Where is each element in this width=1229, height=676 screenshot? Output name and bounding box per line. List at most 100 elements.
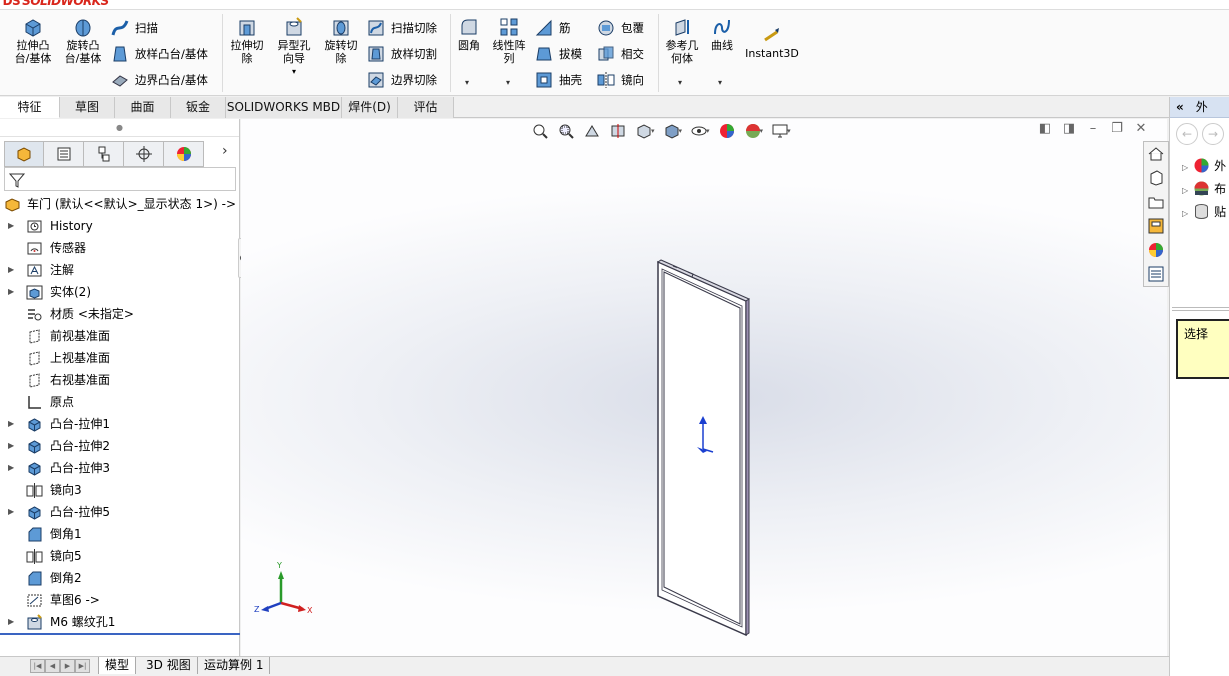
expand-arrow-icon[interactable]: ▶ [8, 457, 14, 479]
tree-node[interactable]: 材质 <未指定> [0, 303, 239, 325]
revolve-cut-button[interactable]: 旋转切 除 [320, 16, 362, 65]
tab-custom-properties[interactable] [1144, 262, 1168, 286]
zoom-to-fit-button[interactable] [527, 120, 553, 142]
sweep-button[interactable]: 扫描 [110, 16, 158, 40]
curves-button[interactable]: 曲线 [706, 16, 738, 52]
tree-node[interactable]: 右视基准面 [0, 369, 239, 391]
tab-weldments[interactable]: 焊件(D) [342, 97, 398, 118]
tab-solidworks-resources[interactable] [1144, 142, 1168, 166]
reference-geometry-dropdown[interactable]: ▾ [678, 78, 682, 87]
tree-node[interactable]: ▶ 凸台-拉伸5 [0, 501, 239, 523]
view-orientation-dropdown[interactable]: ▾ [651, 127, 655, 135]
tabs-scroll-right-arrow[interactable]: › [222, 143, 228, 159]
next-tab-icon[interactable]: ▶ [60, 659, 75, 673]
tab-view-palette[interactable] [1144, 214, 1168, 238]
fillet-dropdown[interactable]: ▾ [465, 78, 469, 87]
restore-icon[interactable]: ❐ [1105, 121, 1129, 136]
tree-node[interactable]: ▶ History [0, 215, 239, 237]
display-style-dropdown[interactable]: ▾ [679, 127, 683, 135]
tree-node[interactable]: 镜向5 [0, 545, 239, 567]
loft-boss-button[interactable]: 放样凸台/基体 [110, 42, 208, 66]
collapse-pane-icon[interactable]: « [1176, 100, 1184, 114]
tab-file-explorer[interactable] [1144, 190, 1168, 214]
expand-arrow-icon[interactable]: ▶ [8, 413, 14, 435]
tree-node[interactable]: ▶ 凸台-拉伸1 [0, 413, 239, 435]
curves-dropdown[interactable]: ▾ [718, 78, 722, 87]
tree-node[interactable]: ▶ 注解 [0, 259, 239, 281]
minimize-icon[interactable]: – [1081, 121, 1105, 136]
instant3d-button[interactable]: Instant3D [744, 24, 800, 60]
linear-pattern-button[interactable]: 线性阵 列 [488, 16, 530, 65]
expand-arrow-icon[interactable]: ▶ [8, 259, 14, 281]
intersect-button[interactable]: 相交 [596, 42, 644, 66]
tab-sketch[interactable]: 草图 [60, 97, 115, 118]
fillet-button[interactable]: 圆角 [454, 16, 484, 52]
wrap-button[interactable]: 包覆 [596, 16, 644, 40]
close-icon[interactable]: ✕ [1129, 121, 1153, 136]
tree-node[interactable]: 倒角2 [0, 567, 239, 589]
revolve-boss-button[interactable]: 旋转凸 台/基体 [60, 16, 106, 65]
extrude-cut-button[interactable]: 拉伸切 除 [226, 16, 268, 65]
tab-evaluate[interactable]: 评估 [398, 97, 454, 118]
taskpane-item-decals[interactable]: ▷ 贴 [1182, 201, 1226, 223]
tree-filter-box[interactable] [4, 167, 236, 191]
expand-arrow-icon[interactable]: ▶ [8, 501, 14, 523]
tile-right-icon[interactable]: ◨ [1057, 121, 1081, 136]
first-tab-icon[interactable]: |◀ [30, 659, 45, 673]
hole-wizard-button[interactable]: 异型孔 向导 ▾ [272, 16, 316, 78]
graphics-area[interactable]: ▾ ▾ ▾ ▾ ▾ ◧ ◨ – ❐ ✕ Y X Z [241, 119, 1167, 656]
prev-tab-icon[interactable]: ◀ [45, 659, 60, 673]
taskpane-item-scenes[interactable]: ▷ 布 [1182, 178, 1226, 200]
shell-button[interactable]: 抽壳 [534, 68, 582, 92]
tree-node[interactable]: ▶ 凸台-拉伸2 [0, 435, 239, 457]
task-pane-divider[interactable] [1172, 307, 1229, 311]
previous-view-button[interactable] [579, 120, 605, 142]
tree-node[interactable]: 上视基准面 [0, 347, 239, 369]
back-icon[interactable]: ← [1176, 123, 1198, 145]
rib-button[interactable]: 筋 [534, 16, 571, 40]
tree-node[interactable]: 镜向3 [0, 479, 239, 501]
taskpane-item-appearances[interactable]: ▷ 外 [1182, 155, 1226, 177]
tab-3d-views[interactable]: 3D 视图 [140, 657, 198, 674]
boundary-boss-button[interactable]: 边界凸台/基体 [110, 68, 208, 92]
tab-appearances[interactable] [1144, 238, 1168, 262]
tab-model[interactable]: 模型 [98, 657, 137, 674]
hide-show-dropdown[interactable]: ▾ [706, 127, 710, 135]
tree-node[interactable]: 前视基准面 [0, 325, 239, 347]
tab-dimxpertmanager[interactable] [124, 141, 164, 167]
tab-sheet-metal[interactable]: 钣金 [171, 97, 226, 118]
tile-left-icon[interactable]: ◧ [1033, 121, 1057, 136]
tab-propertymanager[interactable] [44, 141, 84, 167]
tree-node[interactable]: 倒角1 [0, 523, 239, 545]
tree-node[interactable]: ▶ M6 螺纹孔1 [0, 611, 239, 633]
panel-grip[interactable]: ● [0, 119, 239, 137]
tab-design-library[interactable] [1144, 166, 1168, 190]
tab-motion-study-1[interactable]: 运动算例 1 [198, 657, 271, 674]
tab-configurationmanager[interactable] [84, 141, 124, 167]
swept-cut-button[interactable]: 扫描切除 [366, 16, 437, 40]
tree-node[interactable]: 传感器 [0, 237, 239, 259]
reference-geometry-button[interactable]: 参考几 何体 [662, 16, 702, 65]
draft-button[interactable]: 拔模 [534, 42, 582, 66]
tree-node[interactable]: ▶ 凸台-拉伸3 [0, 457, 239, 479]
boundary-cut-button[interactable]: 边界切除 [366, 68, 437, 92]
tree-node[interactable]: ▶ 实体(2) [0, 281, 239, 303]
tab-featuremanager[interactable] [4, 141, 44, 167]
expand-arrow-icon[interactable]: ▶ [8, 611, 14, 633]
tab-features[interactable]: 特征 [0, 97, 60, 118]
expand-arrow-icon[interactable]: ▶ [8, 281, 14, 303]
tab-mbd[interactable]: SOLIDWORKS MBD [226, 97, 342, 118]
lofted-cut-button[interactable]: 放样切割 [366, 42, 437, 66]
mirror-button[interactable]: 镜向 [596, 68, 644, 92]
last-tab-icon[interactable]: ▶| [75, 659, 90, 673]
tree-node[interactable]: 草图6 -> [0, 589, 239, 611]
section-view-button[interactable] [605, 120, 631, 142]
tab-displaymanager[interactable] [164, 141, 204, 167]
extrude-boss-button[interactable]: 拉伸凸 台/基体 [10, 16, 56, 65]
tree-node[interactable]: 原点 [0, 391, 239, 413]
expand-arrow-icon[interactable]: ▶ [8, 435, 14, 457]
pattern-dropdown[interactable]: ▾ [506, 78, 510, 87]
car-door-model[interactable] [241, 119, 1167, 656]
tab-surfaces[interactable]: 曲面 [115, 97, 171, 118]
zoom-to-area-button[interactable] [553, 120, 579, 142]
